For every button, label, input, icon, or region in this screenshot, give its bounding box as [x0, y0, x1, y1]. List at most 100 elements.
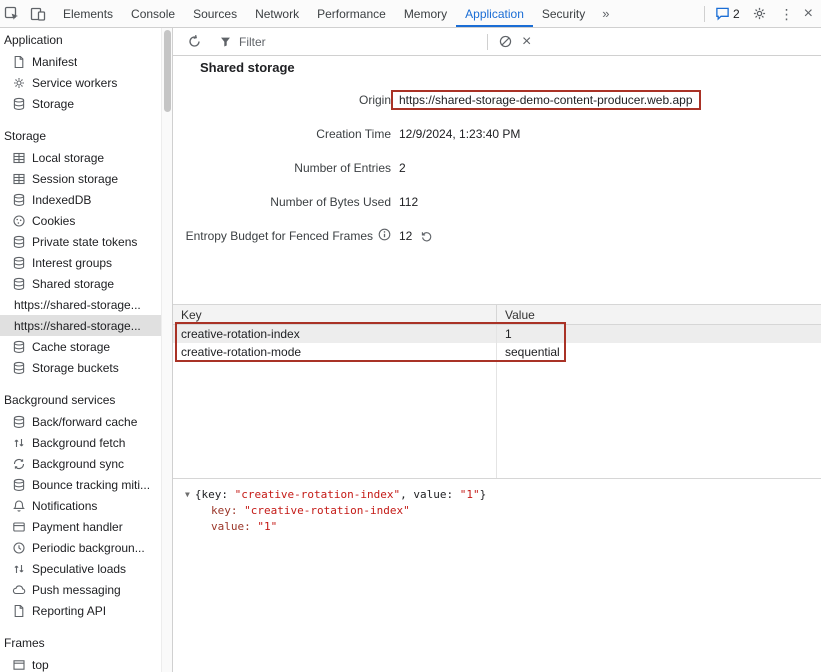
field-value: https://shared-storage-demo-content-prod… — [399, 93, 701, 107]
field-label-text: Creation Time — [316, 127, 391, 141]
sidebar-item-speculative-loads[interactable]: Speculative loads — [0, 558, 172, 579]
reset-budget-icon[interactable] — [420, 230, 433, 243]
tab-console[interactable]: Console — [122, 0, 184, 27]
shared-storage-grid: KeyValue creative-rotation-index1creativ… — [173, 304, 821, 478]
sidebar-item-payment-handler[interactable]: Payment handler — [0, 516, 172, 537]
sidebar-item-service-workers[interactable]: Service workers — [0, 72, 172, 93]
sidebar-item-private-state-tokens[interactable]: Private state tokens — [0, 231, 172, 252]
tab-network[interactable]: Network — [246, 0, 308, 27]
sidebar-item-label: Push messaging — [32, 583, 121, 597]
sidebar-item-label: Bounce tracking miti... — [32, 478, 150, 492]
tab-memory[interactable]: Memory — [395, 0, 456, 27]
sidebar-item-label: Speculative loads — [32, 562, 126, 576]
cloud-icon — [12, 583, 26, 597]
filter-input[interactable] — [239, 35, 459, 49]
sidebar-item-session-storage[interactable]: Session storage — [0, 168, 172, 189]
sidebar-scrollbar[interactable] — [161, 28, 172, 672]
sidebar-item-label: Notifications — [32, 499, 97, 513]
sidebar-item-label: Background sync — [32, 457, 124, 471]
tab-elements[interactable]: Elements — [54, 0, 122, 27]
sidebar-item-reporting-api[interactable]: Reporting API — [0, 600, 172, 621]
field-label: Creation Time — [173, 127, 391, 141]
device-toolbar-icon[interactable] — [28, 4, 48, 24]
tab-application[interactable]: Application — [456, 0, 533, 27]
grid-header: KeyValue — [173, 305, 821, 325]
sidebar-item-top[interactable]: top — [0, 654, 172, 672]
message-icon — [715, 6, 730, 21]
toolbar-separator — [487, 34, 488, 50]
sidebar-item-label: Session storage — [32, 172, 118, 186]
sidebar-item-cookies[interactable]: Cookies — [0, 210, 172, 231]
tab-security[interactable]: Security — [533, 0, 594, 27]
sidebar-item-background-fetch[interactable]: Background fetch — [0, 432, 172, 453]
gear-icon — [12, 76, 26, 90]
sidebar-item-storage-buckets[interactable]: Storage buckets — [0, 357, 172, 378]
cell-value: sequential — [497, 345, 560, 359]
inspect-element-icon[interactable] — [2, 4, 22, 24]
preview-text: {key: — [195, 488, 235, 501]
tab-sources[interactable]: Sources — [184, 0, 246, 27]
delete-all-icon[interactable] — [494, 31, 516, 53]
sidebar-item-https-shared-storage[interactable]: https://shared-storage... — [0, 315, 172, 336]
refresh-icon[interactable] — [183, 31, 205, 53]
table-row[interactable]: creative-rotation-index1 — [173, 325, 821, 343]
field-row-creation-time: Creation Time12/9/2024, 1:23:40 PM — [173, 124, 821, 144]
database-icon — [12, 478, 26, 492]
sidebar-item-https-shared-storage[interactable]: https://shared-storage... — [0, 294, 172, 315]
sidebar-item-indexeddb[interactable]: IndexedDB — [0, 189, 172, 210]
scrollbar-thumb[interactable] — [164, 30, 171, 112]
sidebar-item-manifest[interactable]: Manifest — [0, 51, 172, 72]
sidebar-item-label: Cookies — [32, 214, 75, 228]
sidebar-item-bounce-tracking-miti[interactable]: Bounce tracking miti... — [0, 474, 172, 495]
more-tabs-icon[interactable]: » — [594, 6, 617, 21]
database-icon — [12, 340, 26, 354]
database-icon — [12, 277, 26, 291]
expander-triangle-icon[interactable]: ▼ — [185, 487, 190, 503]
field-value: 112 — [399, 195, 418, 209]
column-header-value[interactable]: Value — [497, 308, 535, 322]
sidebar-item-background-sync[interactable]: Background sync — [0, 453, 172, 474]
sidebar-item-storage[interactable]: Storage — [0, 93, 172, 114]
info-icon[interactable] — [378, 228, 391, 244]
field-label: Number of Entries — [173, 161, 391, 175]
field-row-origin: Originhttps://shared-storage-demo-conten… — [173, 90, 821, 110]
sidebar-section-application: Application — [0, 28, 172, 51]
field-row-entropy-budget-for-fenced-frames: Entropy Budget for Fenced Frames12 — [173, 226, 821, 246]
devtools-tabs: ElementsConsoleSourcesNetworkPerformance… — [54, 0, 594, 27]
sidebar-item-label: https://shared-storage... — [14, 298, 141, 312]
sidebar-item-notifications[interactable]: Notifications — [0, 495, 172, 516]
sidebar-item-label: Storage — [32, 97, 74, 111]
sidebar-item-label: Local storage — [32, 151, 104, 165]
table-icon — [12, 151, 26, 165]
sidebar-item-interest-groups[interactable]: Interest groups — [0, 252, 172, 273]
column-header-key[interactable]: Key — [173, 305, 497, 324]
sidebar-item-local-storage[interactable]: Local storage — [0, 147, 172, 168]
sync-icon — [12, 457, 26, 471]
sidebar-item-back-forward-cache[interactable]: Back/forward cache — [0, 411, 172, 432]
preview-string: "1" — [460, 488, 480, 501]
sidebar-item-periodic-backgroun[interactable]: Periodic backgroun... — [0, 537, 172, 558]
sidebar-item-label: Payment handler — [32, 520, 123, 534]
cookie-icon — [12, 214, 26, 228]
sidebar-item-cache-storage[interactable]: Cache storage — [0, 336, 172, 357]
settings-gear-icon[interactable] — [750, 4, 770, 24]
application-sidebar: ApplicationManifestService workers Storag… — [0, 28, 173, 672]
field-label-text: Number of Bytes Used — [270, 195, 391, 209]
database-icon — [12, 415, 26, 429]
more-options-icon[interactable]: ⋮ — [780, 7, 794, 21]
sidebar-item-label: Private state tokens — [32, 235, 137, 249]
console-messages-badge[interactable]: 2 — [715, 6, 740, 21]
table-row[interactable]: creative-rotation-modesequential — [173, 343, 821, 361]
sidebar-item-shared-storage[interactable]: Shared storage — [0, 273, 172, 294]
tab-performance[interactable]: Performance — [308, 0, 395, 27]
close-devtools-icon[interactable]: × — [804, 6, 813, 22]
sidebar-section-background-services: Background services — [0, 388, 172, 411]
object-preview-entries: key: "creative-rotation-index"value: "1" — [185, 503, 821, 535]
document-icon — [12, 55, 26, 69]
table-icon — [12, 172, 26, 186]
close-panel-icon[interactable]: × — [522, 34, 531, 50]
sidebar-item-push-messaging[interactable]: Push messaging — [0, 579, 172, 600]
tabbar-left-icons — [0, 4, 54, 24]
updown-icon — [12, 562, 26, 576]
grid-body: creative-rotation-index1creative-rotatio… — [173, 325, 821, 478]
